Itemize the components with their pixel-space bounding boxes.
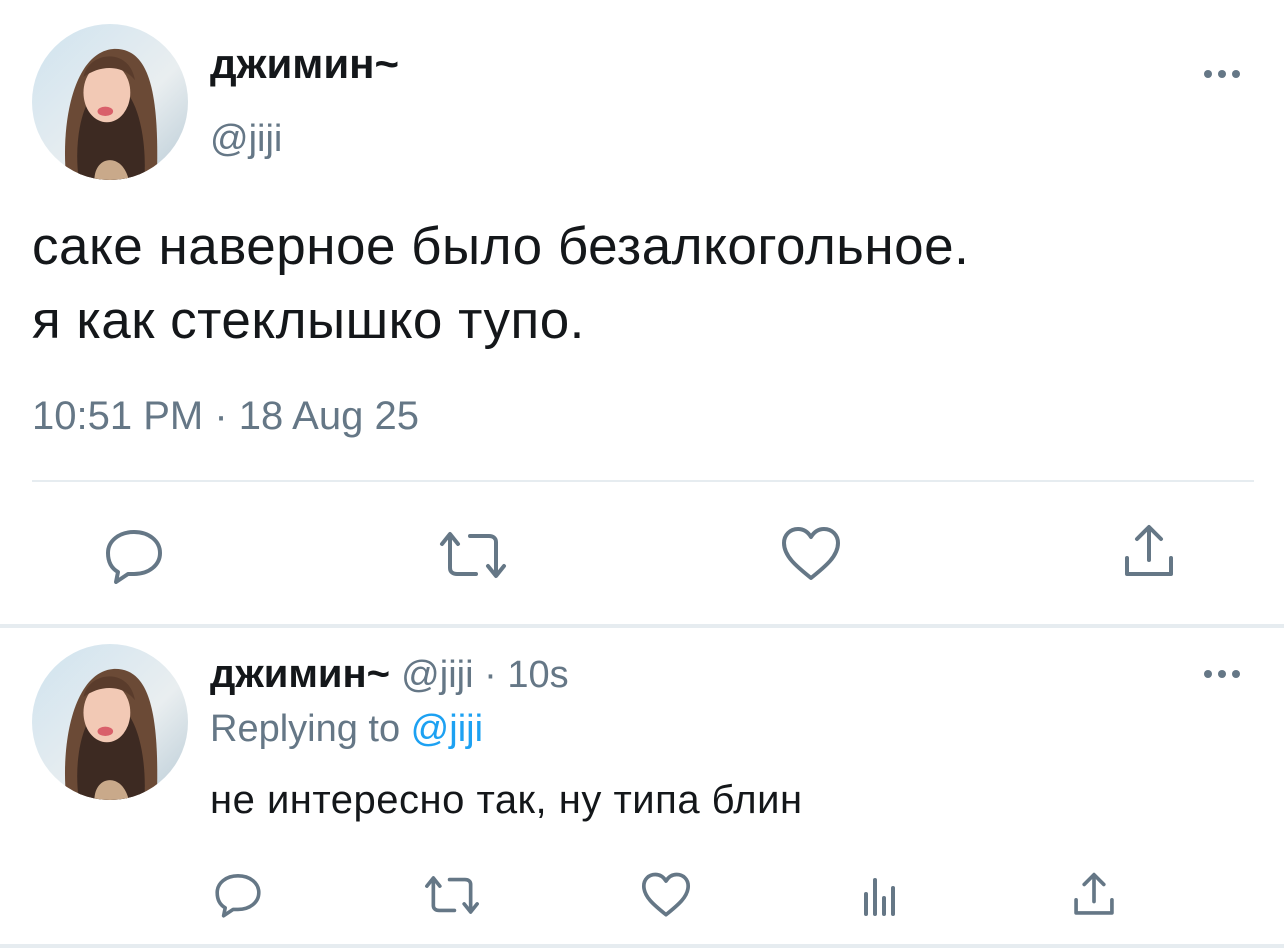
reply-icon[interactable] [214, 872, 262, 918]
avatar[interactable] [32, 24, 188, 180]
more-options-icon[interactable] [1200, 64, 1244, 84]
timestamp[interactable]: 10:51 PM · 18 Aug 25 [32, 394, 419, 439]
replying-prefix: Replying to [210, 708, 411, 750]
retweet-icon[interactable] [422, 874, 482, 916]
tweet-age[interactable]: 10s [507, 654, 568, 696]
like-icon[interactable] [780, 526, 842, 582]
display-name[interactable]: джимин~ [210, 652, 390, 696]
handle[interactable]: @jiji [401, 654, 473, 696]
tweet-text-line: саке наверное было безалкогольное. [32, 217, 970, 276]
tweet-text-line: я как стеклышко тупо. [32, 291, 585, 350]
more-options-icon[interactable] [1200, 664, 1244, 684]
display-name[interactable]: джимин~ [210, 40, 399, 88]
tweet-separator [0, 624, 1284, 628]
tweet-text: саке наверное было безалкогольное. я как… [32, 210, 1252, 358]
bottom-divider [0, 944, 1284, 948]
reply-icon[interactable] [104, 528, 164, 584]
avatar[interactable] [32, 644, 188, 800]
like-icon[interactable] [640, 872, 692, 918]
mention-link[interactable]: @jiji [411, 708, 483, 750]
replying-to: Replying to @jiji [210, 708, 483, 751]
share-icon[interactable] [1122, 524, 1176, 580]
main-tweet: джимин~ @jiji саке наверное было безалко… [0, 0, 1284, 626]
share-icon[interactable] [1072, 872, 1116, 918]
reply-header: джимин~ @jiji · 10s [210, 652, 569, 697]
meta-separator: · [473, 654, 508, 696]
retweet-icon[interactable] [436, 530, 510, 580]
divider [32, 480, 1254, 482]
handle[interactable]: @jiji [210, 118, 282, 161]
tweet-text: не интересно так, ну типа блин [210, 778, 803, 822]
analytics-icon[interactable] [858, 874, 902, 918]
